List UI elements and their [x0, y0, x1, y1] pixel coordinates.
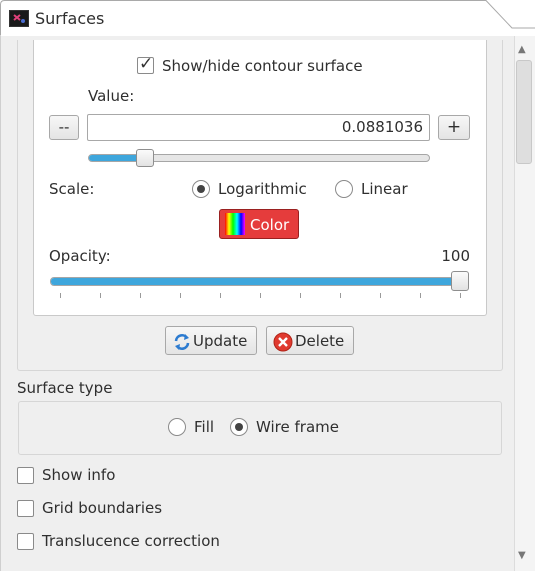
- surface-fill-label: Fill: [194, 418, 215, 436]
- surface-wireframe-label: Wire frame: [256, 418, 339, 436]
- translucence-correction-checkbox[interactable]: [17, 533, 34, 550]
- refresh-icon: [174, 334, 190, 350]
- decrement-button[interactable]: --: [49, 115, 79, 140]
- scale-logarithmic-label: Logarithmic: [218, 180, 307, 198]
- opacity-tick: [100, 293, 101, 298]
- opacity-tick: [340, 293, 341, 298]
- tab-surfaces[interactable]: Surfaces: [35, 9, 104, 28]
- opacity-tick: [300, 293, 301, 298]
- scale-label: Scale:: [49, 180, 95, 198]
- opacity-value: 100: [441, 247, 470, 265]
- grid-boundaries-label: Grid boundaries: [42, 499, 163, 517]
- opacity-tick: [380, 293, 381, 298]
- opacity-tick: [420, 293, 421, 298]
- translucence-correction-label: Translucence correction: [42, 532, 220, 550]
- contour-settings-box: [33, 40, 487, 316]
- scale-linear-label: Linear: [361, 180, 408, 198]
- value-input[interactable]: 0.0881036: [87, 114, 430, 141]
- scrollbar-thumb[interactable]: [516, 60, 532, 164]
- update-button[interactable]: Update: [165, 326, 257, 355]
- color-palette-icon: [225, 213, 245, 235]
- surface-type-heading: Surface type: [17, 379, 113, 397]
- scale-linear-radio[interactable]: [335, 180, 353, 198]
- show-hide-contour-label: Show/hide contour surface: [162, 57, 363, 75]
- grid-boundaries-checkbox[interactable]: [17, 500, 34, 517]
- scroll-up-icon[interactable]: ▲: [518, 44, 526, 55]
- opacity-slider[interactable]: [50, 277, 468, 286]
- opacity-tick: [460, 293, 461, 298]
- opacity-tick: [180, 293, 181, 298]
- opacity-tick: [60, 293, 61, 298]
- color-button-label: Color: [250, 216, 290, 234]
- opacity-tick: [260, 293, 261, 298]
- increment-button[interactable]: +: [438, 115, 470, 140]
- delete-button[interactable]: Delete: [266, 326, 354, 355]
- tab-bar: Surfaces: [0, 0, 535, 36]
- color-button[interactable]: Color: [219, 209, 299, 239]
- surface-fill-radio[interactable]: [168, 418, 186, 436]
- surface-wireframe-radio[interactable]: [230, 418, 248, 436]
- opacity-label: Opacity:: [49, 247, 111, 265]
- scroll-down-icon[interactable]: ▼: [518, 550, 526, 561]
- delete-button-label: Delete: [295, 332, 345, 350]
- update-button-label: Update: [193, 332, 248, 350]
- show-info-label: Show info: [42, 466, 116, 484]
- value-slider-handle[interactable]: [135, 149, 154, 167]
- opacity-tick: [220, 293, 221, 298]
- value-label: Value:: [88, 87, 135, 105]
- show-info-checkbox[interactable]: [17, 467, 34, 484]
- opacity-slider-fill: [51, 278, 467, 285]
- opacity-tick: [140, 293, 141, 298]
- value-slider-fill: [89, 155, 137, 161]
- scale-logarithmic-radio[interactable]: [192, 180, 210, 198]
- opacity-slider-handle[interactable]: [451, 271, 469, 291]
- show-hide-contour-checkbox[interactable]: [137, 54, 154, 74]
- app-icon: [9, 10, 29, 27]
- delete-icon: [273, 332, 293, 352]
